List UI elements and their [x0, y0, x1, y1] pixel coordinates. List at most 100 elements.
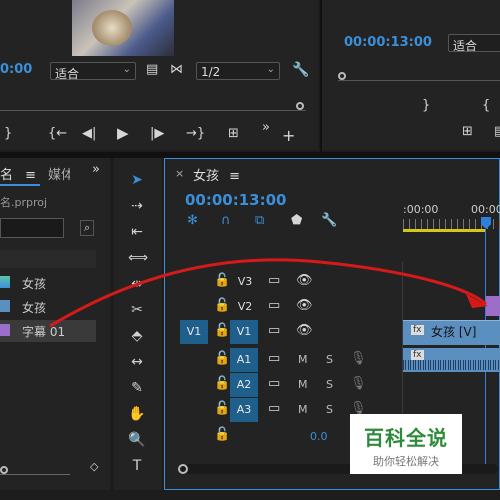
- step-forward-icon[interactable]: |▶: [150, 126, 164, 141]
- lock-icon[interactable]: 🔓: [214, 401, 230, 416]
- wrench-icon[interactable]: 🔧: [292, 62, 309, 78]
- solo-button[interactable]: S: [326, 403, 333, 416]
- sync-lock-icon[interactable]: ▭: [268, 273, 280, 288]
- panel-menu-icon[interactable]: ≡: [25, 168, 36, 183]
- mark-out-icon[interactable]: }: [4, 126, 12, 141]
- program-timecode: 00:00:13:00: [344, 35, 432, 50]
- rolling-edit-icon[interactable]: ⟺: [128, 250, 148, 266]
- program-fit-select[interactable]: 适合: [448, 34, 500, 53]
- export-frame-icon[interactable]: ▤: [494, 124, 500, 139]
- go-to-out-icon[interactable]: →}: [186, 126, 205, 141]
- add-marker-icon[interactable]: ⬟: [291, 213, 302, 228]
- snap-icon[interactable]: ∩: [221, 213, 231, 228]
- snap-nested-icon[interactable]: ✻: [187, 213, 198, 228]
- mute-button[interactable]: M: [298, 353, 308, 366]
- title-clip-icon: [0, 324, 10, 336]
- project-panel: 名 ≡ 媒体 » 名.prproj ⌕ 女孩 女孩 字幕 01 ◇: [0, 158, 110, 490]
- insert-icon[interactable]: ⊞: [228, 126, 239, 141]
- watermark: 百科全说 助你轻松解决: [350, 414, 462, 474]
- source-video-frame: [72, 0, 174, 56]
- sync-lock-icon[interactable]: ▭: [268, 323, 280, 338]
- list-item[interactable]: 字幕 01: [0, 320, 96, 342]
- ripple-edit-icon[interactable]: ⇤: [128, 224, 146, 240]
- list-item[interactable]: 女孩: [0, 296, 96, 318]
- track-name[interactable]: V2: [234, 296, 256, 318]
- insert-icon[interactable]: ⊞: [462, 124, 473, 139]
- lock-icon[interactable]: 🔓: [214, 376, 230, 391]
- selection-tool-icon[interactable]: ➤: [128, 172, 146, 188]
- slip-tool-icon[interactable]: ⬘: [128, 328, 146, 344]
- program-monitor: 00:00:13:00 适合 } { ⊞ ▤: [322, 0, 500, 150]
- pen-tool-icon[interactable]: ✎: [128, 380, 146, 396]
- track-name[interactable]: A1: [230, 348, 258, 372]
- lock-icon[interactable]: 🔓: [214, 351, 230, 366]
- audio-clip[interactable]: fx: [403, 348, 500, 372]
- go-to-in-icon[interactable]: {←: [48, 126, 67, 141]
- track-name[interactable]: A2: [230, 373, 258, 397]
- work-area-bar[interactable]: [403, 229, 485, 232]
- go-to-in-icon[interactable]: {: [482, 98, 490, 113]
- insert-edit-icon[interactable]: ⋈: [170, 62, 183, 77]
- microphone-icon[interactable]: 🎙: [350, 376, 367, 391]
- track-v3: 🔓 V3 ▭ 👁: [168, 270, 404, 294]
- sync-lock-icon[interactable]: ▭: [268, 401, 280, 416]
- tab-media[interactable]: 媒体: [48, 164, 70, 183]
- more-controls-icon[interactable]: »: [262, 120, 270, 135]
- timeline-settings-icon[interactable]: 🔧: [321, 213, 337, 228]
- track-name[interactable]: V3: [234, 271, 256, 293]
- rate-stretch-icon[interactable]: ⇹: [128, 276, 146, 292]
- slide-tool-icon[interactable]: ↔: [128, 354, 146, 370]
- zoom-slider[interactable]: [0, 466, 70, 475]
- project-search-input[interactable]: [0, 218, 64, 238]
- eye-icon[interactable]: 👁: [296, 323, 313, 338]
- step-back-icon[interactable]: ◀|: [82, 126, 96, 141]
- track-a2: 🔓 A2 ▭ M S 🎙: [168, 373, 404, 397]
- sort-icon[interactable]: ◇: [90, 460, 98, 473]
- sync-lock-icon[interactable]: ▭: [268, 298, 280, 313]
- lock-icon[interactable]: 🔓: [214, 298, 230, 313]
- more-panels-icon[interactable]: »: [92, 162, 100, 177]
- lock-icon[interactable]: 🔓: [214, 273, 230, 288]
- title-clip[interactable]: [486, 296, 500, 316]
- zoom-tool-icon[interactable]: 🔍: [128, 432, 146, 448]
- panel-menu-icon[interactable]: ≡: [229, 169, 240, 184]
- export-frame-icon[interactable]: ▤: [146, 62, 158, 77]
- tab-project[interactable]: 名 ≡: [0, 164, 36, 183]
- eye-icon[interactable]: 👁: [296, 273, 313, 288]
- source-scrub-bar[interactable]: [0, 102, 306, 111]
- lock-icon[interactable]: 🔓: [214, 323, 230, 338]
- source-fit-select[interactable]: 适合 ⌄: [50, 62, 136, 81]
- play-icon[interactable]: ▶: [117, 124, 129, 142]
- list-item[interactable]: 女孩: [0, 272, 96, 294]
- hand-tool-icon[interactable]: ✋: [128, 406, 146, 422]
- track-name[interactable]: A3: [230, 398, 258, 422]
- video-clip[interactable]: fx 女孩 [V]: [403, 320, 500, 345]
- source-resolution-select[interactable]: 1/2 ⌄: [196, 62, 280, 80]
- mute-button[interactable]: M: [298, 378, 308, 391]
- solo-button[interactable]: S: [326, 353, 333, 366]
- add-button-icon[interactable]: +: [282, 126, 295, 145]
- solo-button[interactable]: S: [326, 378, 333, 391]
- timeline-sequence-tab[interactable]: 女孩 ≡: [193, 165, 240, 184]
- razor-tool-icon[interactable]: ✂: [128, 302, 146, 318]
- timeline-timecode[interactable]: 00:00:13:00: [185, 191, 287, 209]
- sync-lock-icon[interactable]: ▭: [268, 376, 280, 391]
- mark-out-icon[interactable]: }: [422, 98, 430, 113]
- mute-button[interactable]: M: [298, 403, 308, 416]
- source-patch-v1[interactable]: V1: [180, 320, 208, 344]
- lock-icon[interactable]: 🔓: [214, 427, 230, 442]
- linked-selection-icon[interactable]: ⧉: [255, 213, 264, 228]
- timeline-close-icon[interactable]: ×: [175, 167, 184, 180]
- new-bin-icon[interactable]: ⌕: [80, 220, 95, 236]
- master-volume-value[interactable]: 0.0: [310, 430, 328, 443]
- sequence-name: 女孩: [193, 169, 220, 184]
- chevron-down-icon: ⌄: [266, 64, 275, 75]
- type-tool-icon[interactable]: T: [128, 458, 146, 474]
- clip-label: 女孩 [V]: [431, 325, 477, 339]
- eye-icon[interactable]: 👁: [296, 298, 313, 313]
- track-name[interactable]: V1: [230, 320, 258, 344]
- program-scrub-bar[interactable]: [338, 72, 500, 81]
- track-select-icon[interactable]: ⇢: [128, 198, 146, 214]
- microphone-icon[interactable]: 🎙: [350, 351, 367, 366]
- sync-lock-icon[interactable]: ▭: [268, 351, 280, 366]
